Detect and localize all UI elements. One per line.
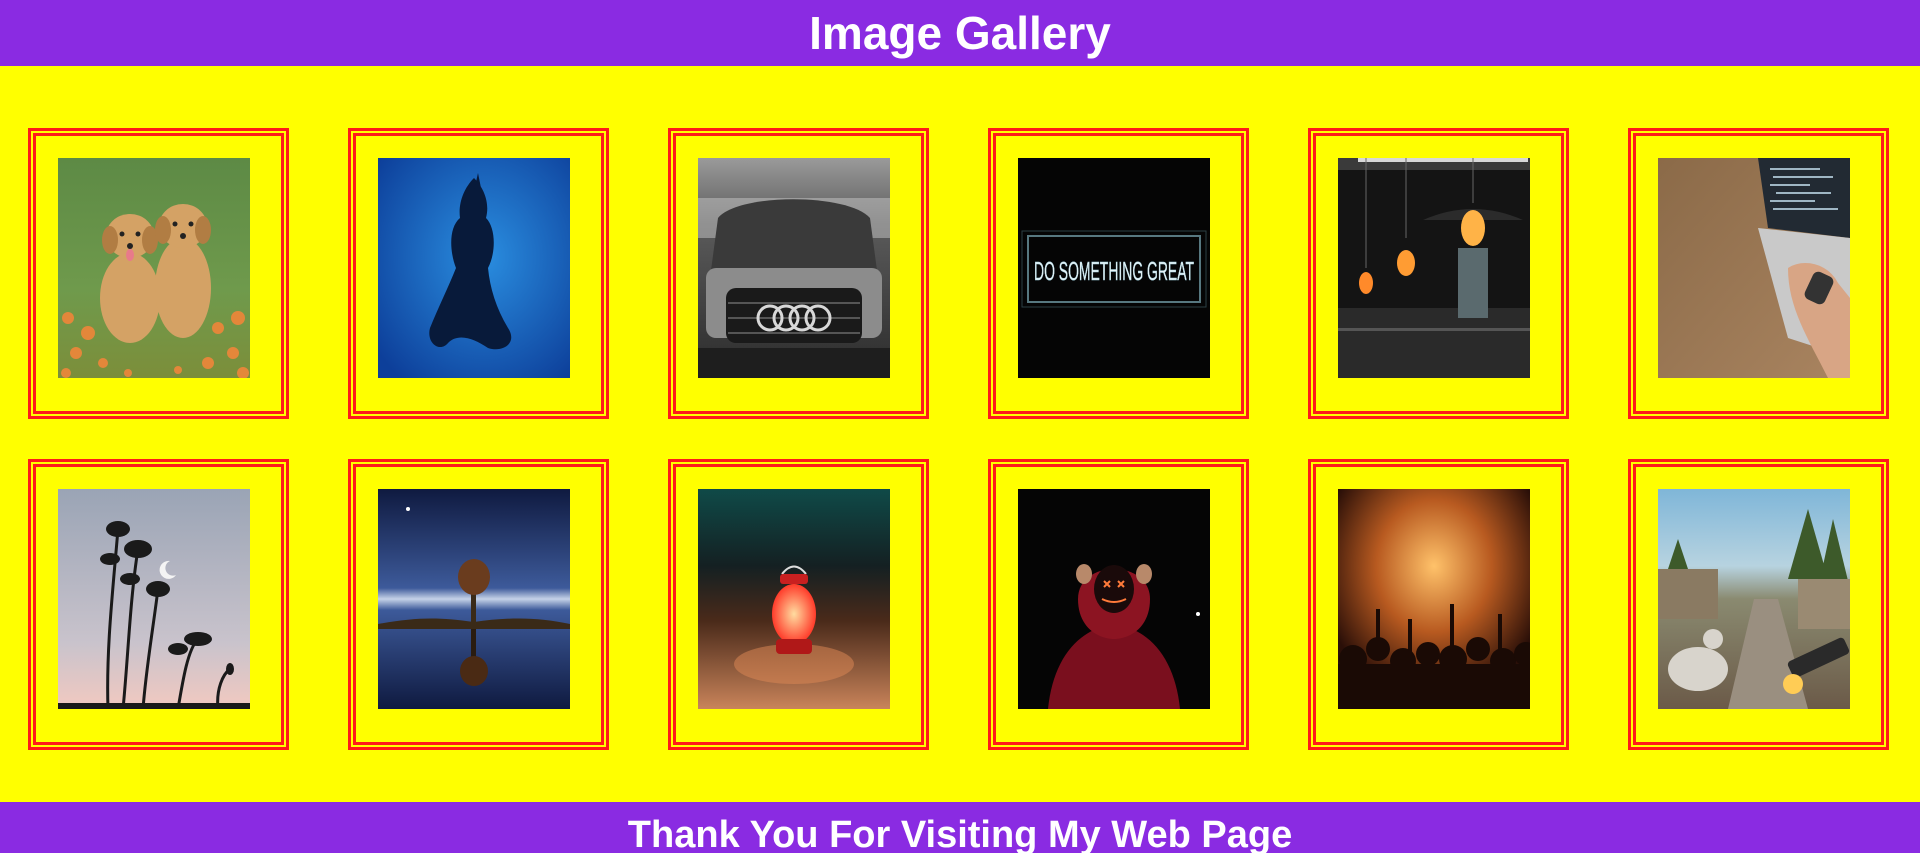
- gallery-frame: [348, 459, 609, 750]
- laptop-typing-image: [1658, 158, 1850, 378]
- gallery-frame: [28, 459, 289, 750]
- gallery-frame: [28, 128, 289, 419]
- gallery-frame: [1308, 128, 1569, 419]
- gallery-frame: [348, 128, 609, 419]
- gallery-frame: [988, 459, 1249, 750]
- concert-crowd-image: [1338, 489, 1530, 709]
- gallery-frame: [1628, 459, 1889, 750]
- puppies-image: [58, 158, 250, 378]
- hooded-mask-image: [1018, 489, 1210, 709]
- hanging-lamps-image: [1338, 158, 1530, 378]
- svg-text:DO SOMETHING GREAT: DO SOMETHING GREAT: [1034, 256, 1194, 286]
- neon-sign-image: DO SOMETHING GREAT: [1018, 158, 1210, 378]
- gallery-frame: [668, 128, 929, 419]
- gallery-frame: DO SOMETHING GREAT: [988, 128, 1249, 419]
- trees-moon-image: [58, 489, 250, 709]
- footer-bar: Thank You For Visiting My Web Page: [0, 802, 1920, 853]
- gallery-frame: [668, 459, 929, 750]
- lone-tree-reflection-image: [378, 489, 570, 709]
- audi-car-image: [698, 158, 890, 378]
- shiva-silhouette-image: [378, 158, 570, 378]
- footer-text: Thank You For Visiting My Web Page: [627, 813, 1293, 853]
- gallery-frame: [1308, 459, 1569, 750]
- gallery-frame: [1628, 128, 1889, 419]
- lantern-sand-image: [698, 489, 890, 709]
- image-gallery: DO SOMETHING GREAT: [0, 0, 1920, 853]
- game-scene-image: [1658, 489, 1850, 709]
